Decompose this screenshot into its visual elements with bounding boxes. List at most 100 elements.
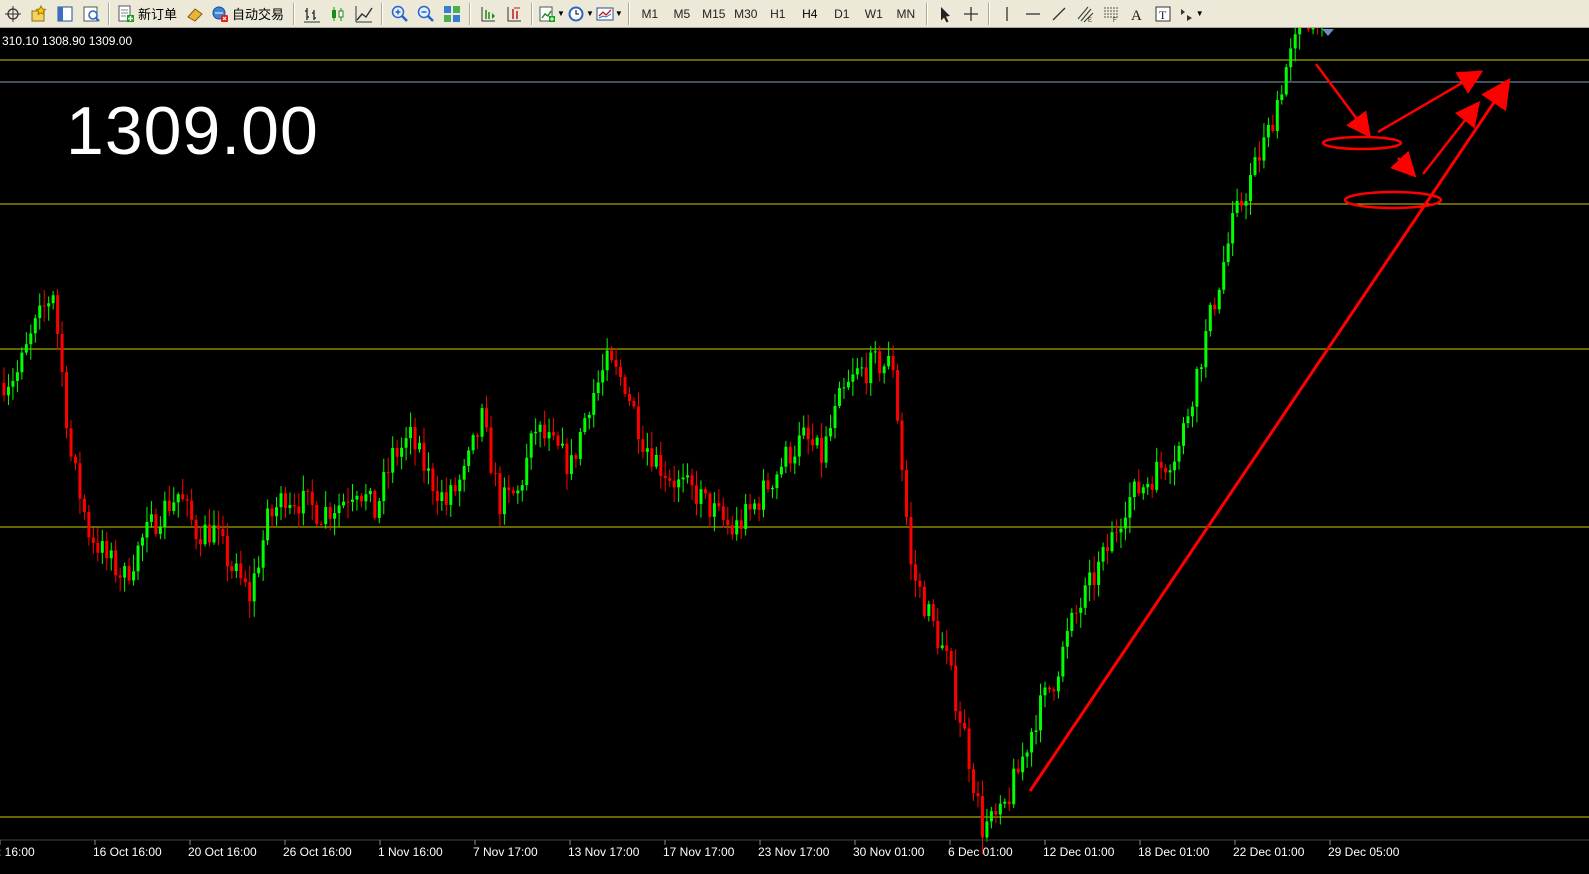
candle [855,357,859,380]
candle [248,565,252,618]
candle [203,515,207,547]
candle [1298,28,1302,50]
candle [744,493,748,536]
candle [136,541,140,580]
market-watch-icon[interactable] [79,2,103,25]
candle [1190,401,1194,428]
candle [779,458,783,478]
timeframe-d1-button[interactable]: D1 [827,2,857,25]
timeframe-m30-button[interactable]: M30 [731,2,761,25]
candle [337,493,341,527]
candle [864,352,868,395]
candle [364,484,368,511]
new-order-button[interactable]: 新订单 [115,2,181,25]
fibonacci-icon[interactable]: E [1073,2,1097,25]
candle [525,443,529,491]
bar-chart-icon[interactable] [300,2,324,25]
candle [784,440,788,474]
svg-text:F: F [1113,18,1117,23]
chart-shift-marker-icon[interactable] [1322,29,1334,36]
candle [261,530,265,581]
candlestick-chart-icon[interactable] [326,2,350,25]
zoom-out-icon[interactable] [414,2,438,25]
candle [873,340,877,364]
indicators-icon[interactable]: ▼ [538,2,565,25]
candle [1280,85,1284,105]
meta-editor-icon[interactable] [183,2,207,25]
candle [1083,577,1087,615]
candle [829,414,833,441]
candle [489,416,493,475]
timeframe-m1-button[interactable]: M1 [635,2,665,25]
candle [846,369,850,390]
candle [315,500,319,527]
candle [1114,519,1118,543]
candle [619,359,623,387]
vertical-line-icon[interactable] [995,2,1019,25]
candle [123,562,127,592]
candle [444,477,448,516]
timeframe-mn-button[interactable]: MN [891,2,921,25]
candle [1186,408,1190,428]
timeframe-m5-button[interactable]: M5 [667,2,697,25]
candle [449,479,453,517]
candle [1003,798,1007,809]
periods-icon[interactable]: ▼ [567,2,594,25]
timeframe-h1-button[interactable]: H1 [763,2,793,25]
autoscroll-icon[interactable] [502,2,526,25]
auto-trading-button[interactable]: 自动交易 [209,2,288,25]
candle [605,338,609,381]
favorites-icon[interactable] [27,2,51,25]
candle [1289,38,1293,81]
text-label-icon[interactable]: T [1151,2,1175,25]
candle [395,440,399,466]
pullback-arrow-1[interactable] [1314,63,1371,139]
candle [815,435,819,449]
timeframe-h4-button[interactable]: H4 [795,2,825,25]
candle [100,529,104,565]
arrows-icon[interactable]: ▼ [1177,2,1204,25]
candle [409,412,413,455]
line-chart-icon[interactable] [352,2,376,25]
candle [118,567,122,592]
navigator-icon[interactable] [53,2,77,25]
timeframe-w1-button[interactable]: W1 [859,2,889,25]
candle [712,492,716,532]
zoom-in-icon[interactable] [388,2,412,25]
crosshair-tool-icon[interactable] [959,2,983,25]
candle [708,491,712,528]
candle [1208,302,1212,337]
candle [887,341,891,370]
candle [69,420,73,462]
candle [837,381,841,409]
candle [1070,608,1074,638]
trendline-arrow[interactable] [1028,78,1511,792]
candle [703,486,707,499]
candle [1168,464,1172,485]
horizontal-line-icon[interactable] [1021,2,1045,25]
toolbar-separator [108,2,110,25]
text-icon[interactable]: A [1125,2,1149,25]
candle [882,363,886,384]
timeframe-m15-button[interactable]: M15 [699,2,729,25]
crosshair-icon[interactable] [1,2,25,25]
candle [753,499,757,515]
candle [592,379,596,428]
candle [292,493,296,515]
candle [87,504,91,546]
chart-shift-icon[interactable] [476,2,500,25]
candle [1293,28,1297,62]
fibo-fan-icon[interactable]: F [1099,2,1123,25]
candle [1088,559,1092,602]
candle [11,367,15,400]
templates-icon[interactable]: ▼ [596,2,623,25]
cursor-icon[interactable] [933,2,957,25]
tile-windows-icon[interactable] [440,2,464,25]
candle [154,508,158,537]
candle [60,321,64,387]
candle [1061,641,1065,682]
support-ellipse-1[interactable] [1321,135,1403,151]
trendline-icon[interactable] [1047,2,1071,25]
pullback-arrow-2[interactable] [1390,150,1417,178]
candle [654,446,658,470]
